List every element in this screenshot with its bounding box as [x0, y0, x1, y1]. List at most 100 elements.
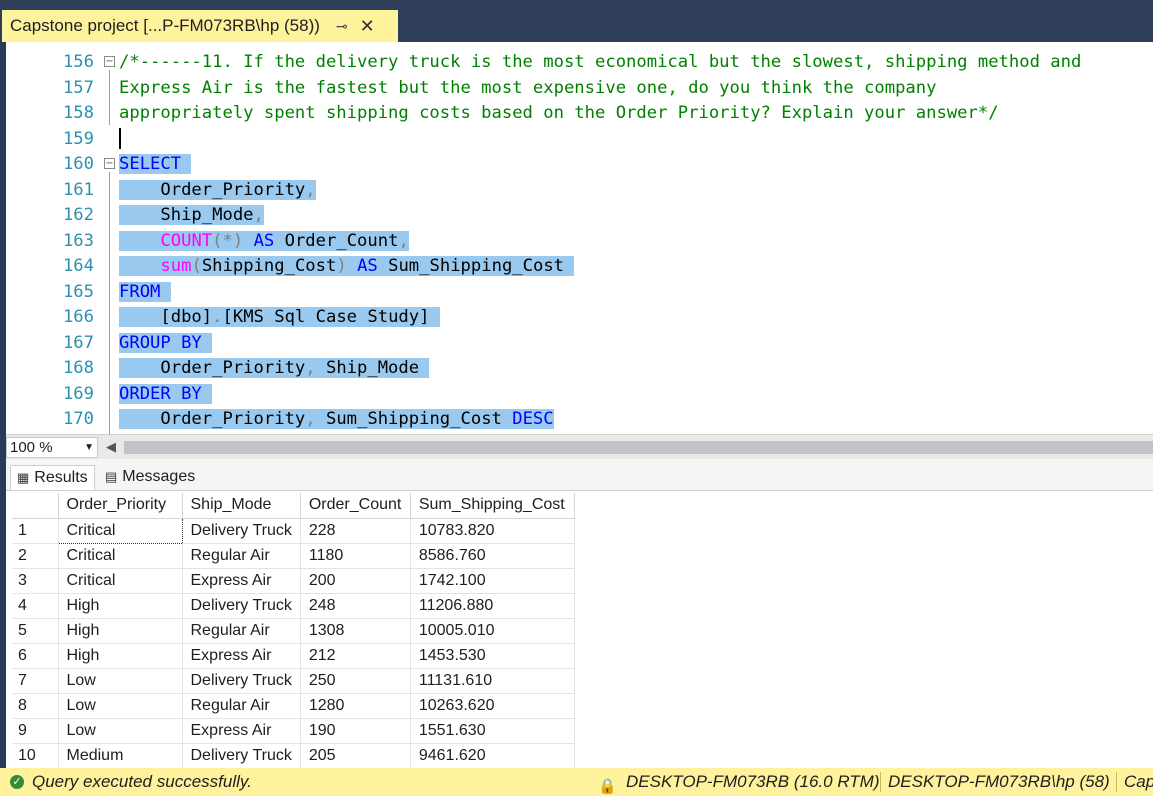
table-cell[interactable]: Medium: [58, 743, 183, 769]
table-cell[interactable]: 200: [300, 568, 411, 594]
table-cell[interactable]: 10005.010: [410, 618, 575, 644]
table-cell[interactable]: Regular Air: [182, 693, 301, 719]
code-line[interactable]: 158 appropriately spent shipping costs ba…: [6, 101, 1153, 127]
table-cell[interactable]: Regular Air: [182, 543, 301, 569]
lock-icon: 🔒: [598, 778, 617, 795]
row-number: 2: [12, 543, 59, 569]
table-cell[interactable]: 250: [300, 668, 411, 694]
code-line[interactable]: 164 sum(Shipping_Cost) AS Sum_Shipping_C…: [6, 254, 1153, 280]
table-cell[interactable]: 1280: [300, 693, 411, 719]
table-row[interactable]: 1 Critical Delivery Truck 228 10783.820: [12, 517, 575, 544]
table-cell[interactable]: Critical: [57, 517, 183, 544]
line-number: 167: [62, 332, 94, 353]
row-number: 8: [12, 693, 59, 719]
editor-zoom-bar: 100 % ▼ ◀: [6, 434, 1153, 459]
status-user: DESKTOP-FM073RB\hp (58): [888, 772, 1110, 791]
query-editor[interactable]: 156−/*------11. If the delivery truck is…: [6, 42, 1153, 434]
collapse-icon[interactable]: −: [104, 56, 115, 67]
scroll-left-icon[interactable]: ◀: [106, 439, 116, 455]
tab-results-label: Results: [34, 469, 88, 486]
column-header[interactable]: Ship_Mode: [182, 493, 301, 519]
table-cell[interactable]: Delivery Truck: [182, 593, 301, 619]
zoom-dropdown[interactable]: 100 % ▼: [6, 437, 98, 458]
table-cell[interactable]: 1742.100: [410, 568, 575, 594]
code-line[interactable]: 169 ORDER BY: [6, 382, 1153, 408]
collapse-icon[interactable]: −: [104, 158, 115, 169]
table-row[interactable]: 7 Low Delivery Truck 250 11131.610: [12, 668, 575, 694]
table-cell[interactable]: 1551.630: [410, 718, 575, 744]
status-database: Cap: [1124, 772, 1153, 791]
code-line[interactable]: 160− SELECT: [6, 152, 1153, 178]
table-cell[interactable]: 212: [300, 643, 411, 669]
table-row[interactable]: 5 High Regular Air 1308 10005.010: [12, 618, 575, 644]
table-row[interactable]: 3 Critical Express Air 200 1742.100: [12, 568, 575, 594]
table-cell[interactable]: 205: [300, 743, 411, 769]
table-cell[interactable]: High: [58, 593, 183, 619]
table-cell[interactable]: High: [58, 618, 183, 644]
table-cell[interactable]: Express Air: [182, 568, 301, 594]
document-tab[interactable]: Capstone project [...P-FM073RB\hp (58)) …: [2, 10, 398, 42]
code-text: SELECT: [119, 152, 192, 178]
code-line[interactable]: 165 FROM: [6, 280, 1153, 306]
table-cell[interactable]: 1453.530: [410, 643, 575, 669]
column-header[interactable]: Order_Priority: [58, 493, 183, 519]
column-header[interactable]: Sum_Shipping_Cost: [410, 493, 575, 519]
table-row[interactable]: 9 Low Express Air 190 1551.630: [12, 718, 575, 744]
code-text: appropriately spent shipping costs based…: [119, 103, 999, 123]
code-line[interactable]: 163 COUNT(*) AS Order_Count,: [6, 229, 1153, 255]
code-line[interactable]: 168 Order_Priority, Ship_Mode: [6, 356, 1153, 382]
fold-guide: [109, 70, 110, 125]
line-number: 157: [62, 77, 94, 98]
pin-icon[interactable]: ⊸: [336, 18, 348, 35]
tab-messages[interactable]: ▤ Messages: [99, 465, 201, 490]
table-cell[interactable]: 248: [300, 593, 411, 619]
code-text: Order_Priority,: [119, 179, 316, 200]
horizontal-scrollbar[interactable]: [124, 441, 1153, 454]
table-row[interactable]: 6 High Express Air 212 1453.530: [12, 643, 575, 669]
code-line[interactable]: 157 Express Air is the fastest but the mo…: [6, 76, 1153, 102]
table-cell[interactable]: Critical: [58, 568, 183, 594]
code-line[interactable]: 162 Ship_Mode,: [6, 203, 1153, 229]
code-text: Order_Priority, Sum_Shipping_Cost DESC: [119, 409, 554, 429]
table-cell[interactable]: High: [58, 643, 183, 669]
code-line[interactable]: 156−/*------11. If the delivery truck is…: [6, 50, 1153, 76]
table-cell[interactable]: 10263.620: [410, 693, 575, 719]
table-cell[interactable]: Low: [58, 718, 183, 744]
table-cell[interactable]: Delivery Truck: [182, 668, 301, 694]
table-cell[interactable]: 11131.610: [410, 668, 575, 694]
table-cell[interactable]: 1180: [300, 543, 411, 569]
code-line[interactable]: 161 Order_Priority,: [6, 178, 1153, 204]
code-line[interactable]: 170 Order_Priority, Sum_Shipping_Cost DE…: [6, 407, 1153, 433]
code-text: sum(Shipping_Cost) AS Sum_Shipping_Cost: [119, 254, 575, 280]
table-row[interactable]: 10 Medium Delivery Truck 205 9461.620: [12, 743, 575, 769]
table-cell[interactable]: Delivery Truck: [182, 743, 301, 769]
code-line[interactable]: 167 GROUP BY: [6, 331, 1153, 357]
status-message: Query executed successfully.: [32, 772, 252, 791]
code-text: [119, 127, 121, 153]
table-cell[interactable]: Delivery Truck: [182, 518, 301, 544]
line-number: 163: [62, 230, 94, 251]
results-grid[interactable]: Order_Priority Ship_Mode Order_Count Sum_Sh…: [12, 493, 575, 769]
code-line[interactable]: 166 [dbo].[KMS Sql Case Study]: [6, 305, 1153, 331]
table-cell[interactable]: 190: [300, 718, 411, 744]
table-cell[interactable]: 9461.620: [410, 743, 575, 769]
table-cell[interactable]: 11206.880: [410, 593, 575, 619]
table-cell[interactable]: Low: [58, 693, 183, 719]
table-cell[interactable]: 228: [300, 518, 411, 544]
tab-results[interactable]: ▦ Results: [10, 465, 95, 490]
close-icon[interactable]: ✕: [360, 16, 375, 37]
table-row[interactable]: 4 High Delivery Truck 248 11206.880: [12, 593, 575, 619]
table-cell[interactable]: 8586.760: [410, 543, 575, 569]
table-cell[interactable]: Regular Air: [182, 618, 301, 644]
table-cell[interactable]: Express Air: [182, 718, 301, 744]
table-cell[interactable]: 10783.820: [410, 518, 575, 544]
column-header[interactable]: Order_Count: [300, 493, 411, 519]
document-tab-title[interactable]: Capstone project [...P-FM073RB\hp (58)): [10, 16, 320, 36]
table-cell[interactable]: Low: [58, 668, 183, 694]
table-row[interactable]: 2 Critical Regular Air 1180 8586.760: [12, 543, 575, 569]
code-line[interactable]: 159: [6, 127, 1153, 153]
table-row[interactable]: 8 Low Regular Air 1280 10263.620: [12, 693, 575, 719]
table-cell[interactable]: Express Air: [182, 643, 301, 669]
table-cell[interactable]: Critical: [58, 543, 183, 569]
table-cell[interactable]: 1308: [300, 618, 411, 644]
